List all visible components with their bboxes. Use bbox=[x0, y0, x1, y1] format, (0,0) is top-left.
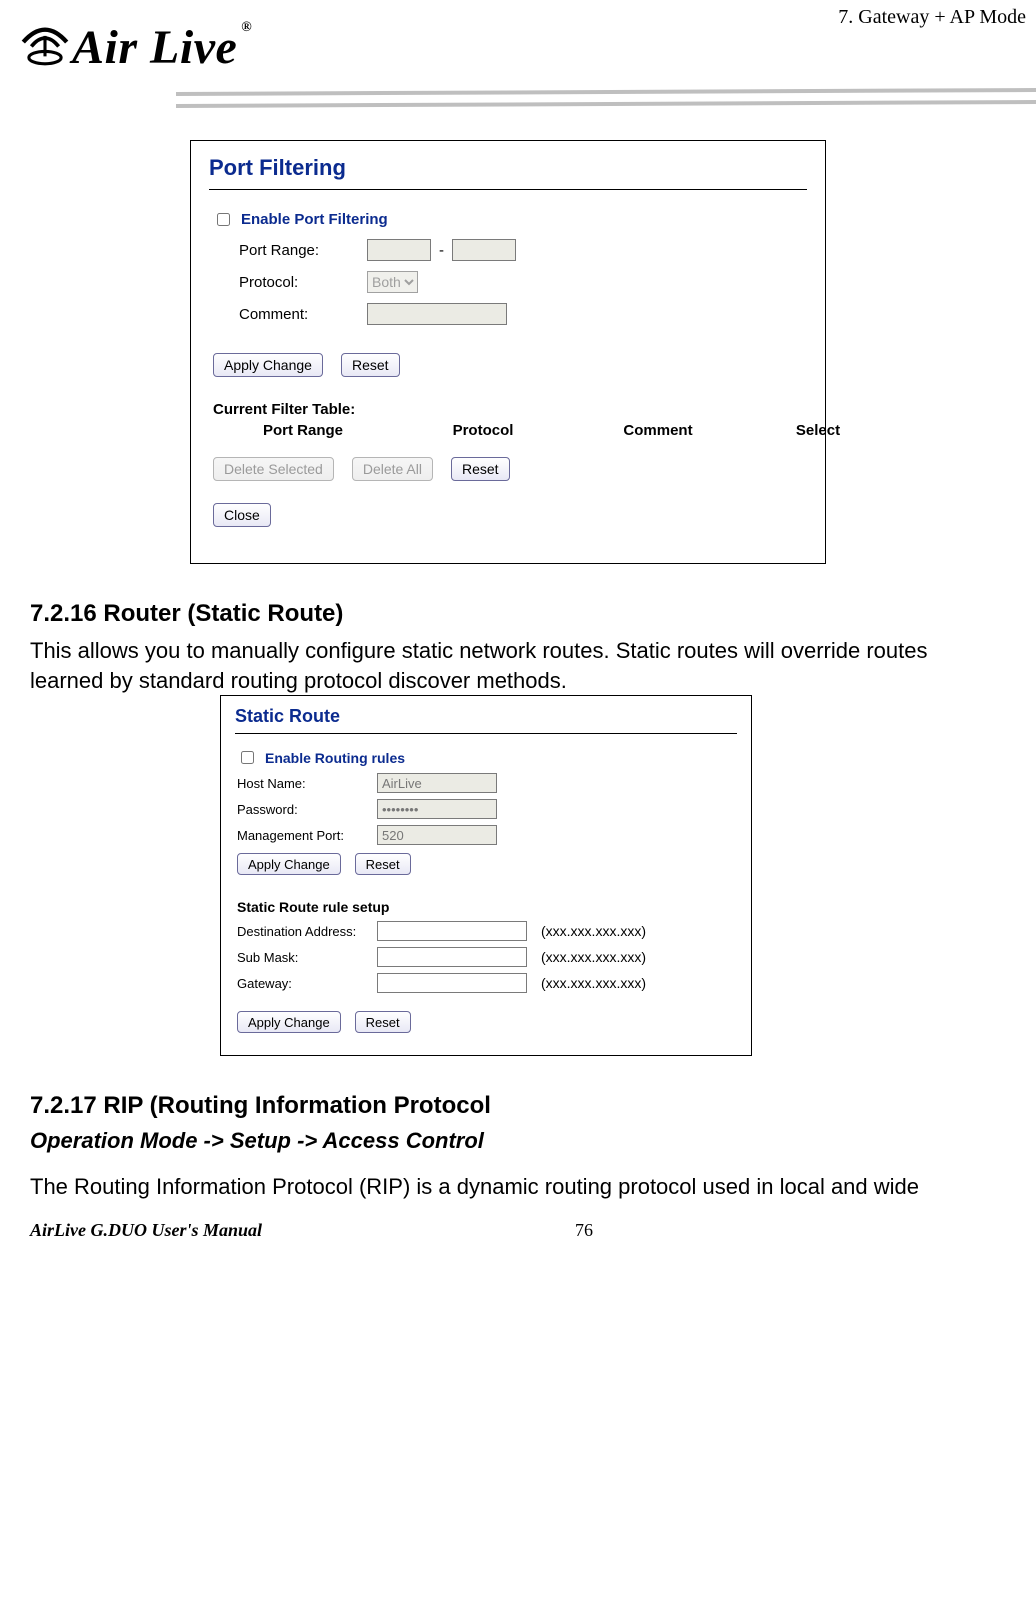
page-header: 7. Gateway + AP Mode Air Live ® bbox=[0, 0, 1036, 130]
brand-logo: Air Live ® bbox=[14, 8, 250, 70]
enable-routing-checkbox[interactable] bbox=[241, 751, 254, 764]
registered-mark: ® bbox=[241, 20, 252, 36]
route-apply-button[interactable]: Apply Change bbox=[237, 1011, 341, 1033]
password-label: Password: bbox=[237, 802, 369, 817]
gw-hint: (xxx.xxx.xxx.xxx) bbox=[541, 975, 646, 991]
filter-table-title: Current Filter Table: bbox=[213, 401, 803, 418]
port-filtering-panel: Port Filtering Enable Port Filtering Por… bbox=[190, 140, 826, 564]
dest-hint: (xxx.xxx.xxx.xxx) bbox=[541, 923, 646, 939]
chapter-label: 7. Gateway + AP Mode bbox=[838, 6, 1026, 29]
protocol-label: Protocol: bbox=[239, 274, 359, 291]
reset-button[interactable]: Reset bbox=[341, 353, 400, 377]
management-port-input[interactable] bbox=[377, 825, 497, 845]
routing-apply-button[interactable]: Apply Change bbox=[237, 853, 341, 875]
enable-port-filtering-checkbox[interactable] bbox=[217, 213, 230, 226]
enable-routing-label: Enable Routing rules bbox=[265, 750, 405, 766]
col-port-range: Port Range bbox=[223, 422, 383, 439]
static-route-title: Static Route bbox=[221, 696, 751, 733]
close-button[interactable]: Close bbox=[213, 503, 271, 527]
sub-mask-input[interactable] bbox=[377, 947, 527, 967]
delete-selected-button[interactable]: Delete Selected bbox=[213, 457, 334, 481]
route-reset-button[interactable]: Reset bbox=[355, 1011, 411, 1033]
port-range-label: Port Range: bbox=[239, 242, 359, 259]
section-7-2-16-body: This allows you to manually configure st… bbox=[0, 636, 1036, 695]
comment-label: Comment: bbox=[239, 306, 359, 323]
wifi-swirl-icon bbox=[14, 8, 76, 70]
gateway-label: Gateway: bbox=[237, 976, 369, 991]
col-comment: Comment bbox=[583, 422, 733, 439]
comment-input[interactable] bbox=[367, 303, 507, 325]
divider bbox=[235, 733, 737, 734]
static-route-panel: Static Route Enable Routing rules Host N… bbox=[220, 695, 752, 1056]
filter-table-header: Port Range Protocol Comment Select bbox=[213, 422, 803, 451]
sub-mask-label: Sub Mask: bbox=[237, 950, 369, 965]
destination-address-label: Destination Address: bbox=[237, 924, 369, 939]
port-range-to-input[interactable] bbox=[452, 239, 516, 261]
apply-change-button[interactable]: Apply Change bbox=[213, 353, 323, 377]
section-7-2-17-body: The Routing Information Protocol (RIP) i… bbox=[0, 1172, 1036, 1202]
destination-address-input[interactable] bbox=[377, 921, 527, 941]
port-filtering-title: Port Filtering bbox=[191, 141, 825, 189]
footer-manual-title: AirLive G.DUO User's Manual bbox=[30, 1220, 262, 1241]
brand-logo-text: Air Live bbox=[72, 20, 237, 75]
mask-hint: (xxx.xxx.xxx.xxx) bbox=[541, 949, 646, 965]
static-route-subtitle: Static Route rule setup bbox=[237, 899, 735, 915]
header-divider-icon bbox=[176, 88, 1036, 118]
section-7-2-16-heading: 7.2.16 Router (Static Route) bbox=[30, 600, 1036, 628]
page-footer: AirLive G.DUO User's Manual 76 bbox=[0, 1202, 1036, 1245]
routing-reset-button[interactable]: Reset bbox=[355, 853, 411, 875]
footer-page-number: 76 bbox=[575, 1220, 593, 1241]
divider bbox=[209, 189, 807, 190]
password-input[interactable] bbox=[377, 799, 497, 819]
port-range-separator: - bbox=[439, 242, 444, 259]
col-select: Select bbox=[773, 422, 863, 439]
table-reset-button[interactable]: Reset bbox=[451, 457, 510, 481]
management-port-label: Management Port: bbox=[237, 828, 369, 843]
delete-all-button[interactable]: Delete All bbox=[352, 457, 433, 481]
protocol-select[interactable]: Both bbox=[367, 271, 418, 293]
section-7-2-17-heading: 7.2.17 RIP (Routing Information Protocol bbox=[30, 1092, 1036, 1120]
col-protocol: Protocol bbox=[423, 422, 543, 439]
port-range-from-input[interactable] bbox=[367, 239, 431, 261]
host-name-input[interactable] bbox=[377, 773, 497, 793]
enable-port-filtering-label: Enable Port Filtering bbox=[241, 211, 388, 228]
host-name-label: Host Name: bbox=[237, 776, 369, 791]
gateway-input[interactable] bbox=[377, 973, 527, 993]
operation-mode-path: Operation Mode -> Setup -> Access Contro… bbox=[30, 1128, 1036, 1154]
